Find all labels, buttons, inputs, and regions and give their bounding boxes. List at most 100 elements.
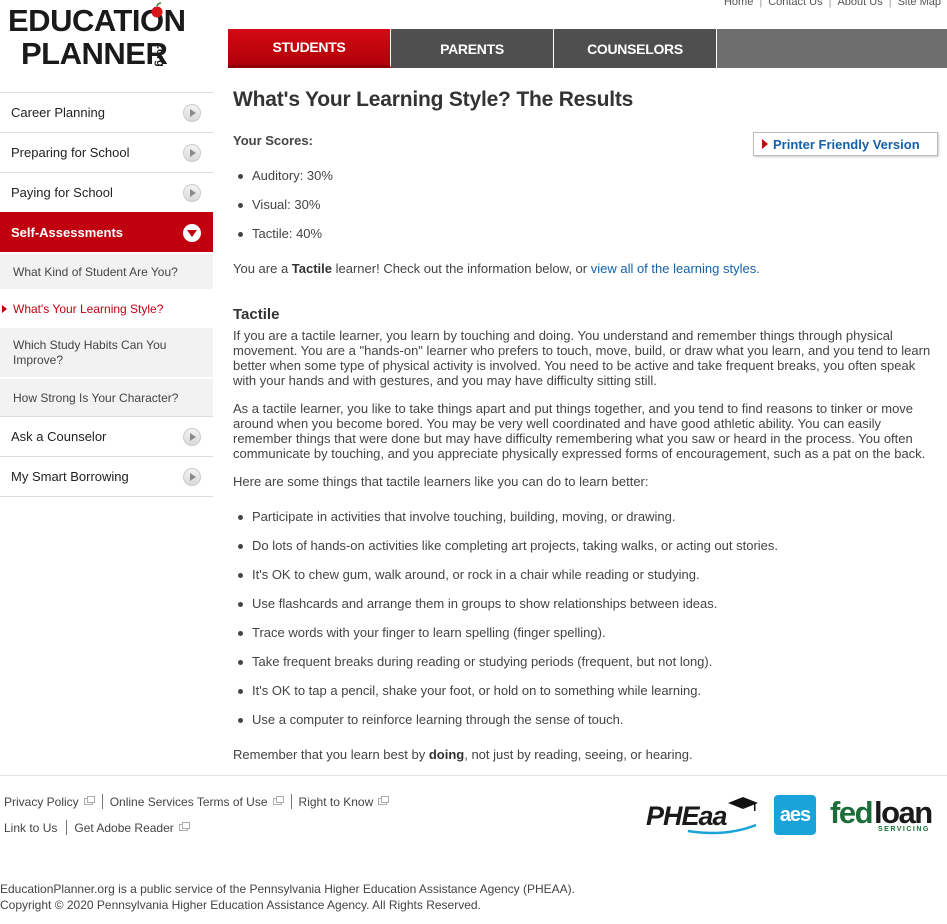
home-link[interactable]: Home <box>724 0 753 8</box>
sidebar-subitem-label: How Strong Is Your Character? <box>13 390 179 405</box>
footer-divider <box>0 775 947 776</box>
footer-separator <box>290 794 292 809</box>
closing-bold: doing <box>428 747 465 762</box>
result-style: Tactile <box>291 261 333 276</box>
tip-item: Trace words with your finger to learn sp… <box>233 624 778 653</box>
printer-friendly-button[interactable]: Printer Friendly Version <box>753 132 938 156</box>
chevron-down-icon <box>183 224 201 242</box>
pheaa-logo[interactable]: PHEaa <box>646 797 760 837</box>
closing-text-part: , not just by reading, seeing, or hearin… <box>464 747 693 762</box>
contact-us-link[interactable]: Contact Us <box>768 0 822 8</box>
result-text: . <box>756 261 760 276</box>
sidebar-subitem-study-habits[interactable]: Which Study Habits Can You Improve? <box>0 326 213 377</box>
chevron-right-icon <box>183 468 201 486</box>
scores-label: Your Scores: <box>233 133 313 148</box>
tip-item: It's OK to tap a pencil, shake your foot… <box>233 682 778 711</box>
tip-item: Use flashcards and arrange them in group… <box>233 595 778 624</box>
sidebar-item-career-planning[interactable]: Career Planning <box>0 92 213 132</box>
tip-item: Participate in activities that involve t… <box>233 508 778 537</box>
sidebar-subitem-character[interactable]: How Strong Is Your Character? <box>0 377 213 416</box>
fedloan-logo-fed: fed <box>830 795 874 830</box>
aes-logo[interactable]: aes <box>774 795 816 835</box>
footer-links-row-2: Link to Us Get Adobe Reader <box>4 820 190 835</box>
chevron-right-icon <box>183 184 201 202</box>
util-separator: | <box>828 0 832 8</box>
score-item: Tactile: 40% <box>233 225 333 254</box>
sidebar-item-my-smart-borrowing[interactable]: My Smart Borrowing <box>0 456 213 496</box>
main-content: What's Your Learning Style? The Results … <box>233 88 938 762</box>
result-text: You are a <box>233 261 292 276</box>
footer-link-label: Link to Us <box>4 820 58 835</box>
tab-counselors[interactable]: COUNSELORS <box>554 29 717 68</box>
paragraph-1: If you are a tactile learner, you learn … <box>233 328 931 388</box>
util-separator: | <box>759 0 763 8</box>
fedloan-logo-servicing: SERVICING <box>878 826 930 833</box>
footer-public-service-text: EducationPlanner.org is a public service… <box>0 882 575 896</box>
terms-of-use-link[interactable]: Online Services Terms of Use <box>109 794 284 809</box>
tips-list: Participate in activities that involve t… <box>233 508 778 740</box>
privacy-policy-link[interactable]: Privacy Policy <box>4 795 95 809</box>
sidebar-item-ask-a-counselor[interactable]: Ask a Counselor <box>0 416 213 456</box>
sidebar-divider <box>0 496 213 497</box>
footer-link-label: Right to Know <box>298 794 374 809</box>
external-link-icon <box>83 796 95 805</box>
sidebar-item-label: Ask a Counselor <box>11 429 107 444</box>
sidebar-subitem-kind-of-student[interactable]: What Kind of Student Are You? <box>0 252 213 289</box>
top-nav: STUDENTS PARENTS COUNSELORS <box>228 29 947 68</box>
sidebar-item-paying-for-school[interactable]: Paying for School <box>0 172 213 212</box>
graduation-cap-icon <box>728 797 758 811</box>
chevron-right-icon <box>183 104 201 122</box>
sidebar-item-label: My Smart Borrowing <box>11 469 129 484</box>
site-map-link[interactable]: Site Map <box>898 0 941 8</box>
sidebar-item-label: Self-Assessments <box>11 225 123 240</box>
paragraph-2: As a tactile learner, you like to take t… <box>233 401 926 461</box>
sidebar-item-label: Preparing for School <box>11 145 130 160</box>
sidebar-subitem-learning-style[interactable]: What's Your Learning Style? <box>0 289 213 326</box>
chevron-right-icon <box>183 144 201 162</box>
sidebar-subitem-label: Which Study Habits Can You Improve? <box>13 337 167 367</box>
section-heading: Tactile <box>233 306 280 323</box>
util-separator: | <box>888 0 892 8</box>
external-link-icon <box>178 822 190 831</box>
tip-item: Use a computer to reinforce learning thr… <box>233 711 778 740</box>
closing-text-part: Remember that you learn best by <box>233 747 429 762</box>
result-text: learner! Check out the information below… <box>332 261 591 276</box>
sidebar-item-preparing-for-school[interactable]: Preparing for School <box>0 132 213 172</box>
scores-list: Auditory: 30% Visual: 30% Tactile: 40% <box>233 167 333 254</box>
view-all-styles-link[interactable]: view all of the learning styles <box>591 261 756 276</box>
fedloan-logo[interactable]: fed loan SERVICING <box>830 795 940 837</box>
site-logo[interactable]: EDUCATION PLANNER .org <box>8 2 198 72</box>
tip-item: It's OK to chew gum, walk around, or roc… <box>233 566 778 595</box>
result-summary: You are a Tactile learner! Check out the… <box>233 261 933 276</box>
external-link-icon <box>378 796 390 805</box>
about-us-link[interactable]: About Us <box>837 0 882 8</box>
sidebar-item-label: Career Planning <box>11 105 105 120</box>
tab-students[interactable]: STUDENTS <box>228 29 391 68</box>
tab-parents[interactable]: PARENTS <box>391 29 554 68</box>
sidebar-subitem-label: What's Your Learning Style? <box>13 301 164 316</box>
score-item: Auditory: 30% <box>233 167 333 196</box>
page-title: What's Your Learning Style? The Results <box>233 88 634 111</box>
footer-link-label: Online Services Terms of Use <box>109 794 268 809</box>
tip-item: Do lots of hands-on activities like comp… <box>233 537 778 566</box>
sidebar-item-self-assessments[interactable]: Self-Assessments <box>0 212 213 252</box>
link-to-us-link[interactable]: Link to Us <box>4 821 57 835</box>
footer-link-label: Get Adobe Reader <box>74 820 174 835</box>
top-nav-filler <box>717 29 947 68</box>
logo-org-suffix: .org <box>154 46 166 67</box>
sidebar-subitem-label: What Kind of Student Are You? <box>13 264 178 279</box>
right-to-know-link[interactable]: Right to Know <box>298 794 390 809</box>
tip-item: Take frequent breaks during reading or s… <box>233 653 778 682</box>
get-adobe-reader-link[interactable]: Get Adobe Reader <box>74 820 190 835</box>
apple-icon <box>151 2 163 18</box>
sidebar-nav: Career Planning Preparing for School Pay… <box>0 92 213 497</box>
tips-intro: Here are some things that tactile learne… <box>233 474 649 489</box>
external-link-icon <box>272 796 284 805</box>
footer-separator <box>66 820 68 835</box>
footer-copyright: Copyright © 2020 Pennsylvania Higher Edu… <box>0 898 481 912</box>
chevron-right-icon <box>183 428 201 446</box>
logo-line2: PLANNER <box>21 36 168 71</box>
footer-separator <box>101 794 103 809</box>
swoosh-icon <box>687 823 757 835</box>
closing-text: Remember that you learn best by doing, n… <box>233 747 933 762</box>
